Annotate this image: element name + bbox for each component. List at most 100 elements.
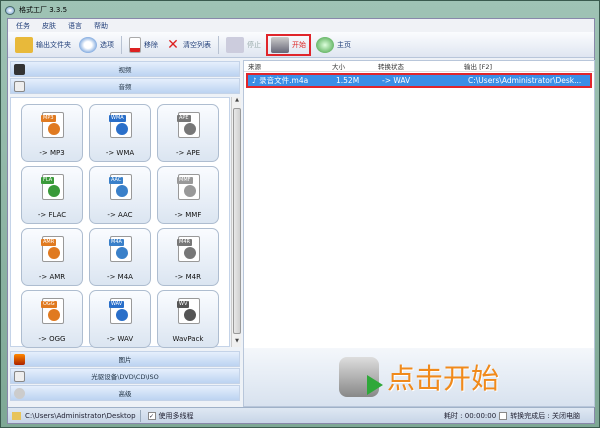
column-status[interactable]: 转换状态 (378, 61, 464, 71)
app-icon (5, 5, 15, 15)
format-tag: MP3 (41, 115, 56, 122)
output-folder-button[interactable]: 输出文件夹 (12, 34, 74, 56)
format-tile[interactable]: WMA -> WMA (89, 104, 151, 162)
folder-icon (12, 411, 21, 420)
format-tag: WMA (109, 115, 126, 122)
audio-icon (184, 309, 196, 321)
category-picture[interactable]: 图片 (10, 351, 240, 367)
scrollbar[interactable]: ▲ ▼ (231, 97, 241, 347)
format-label: -> FLAC (37, 211, 67, 219)
format-tag: M4A (109, 239, 124, 246)
window-title: 格式工厂 3.3.5 (19, 6, 68, 14)
gear-icon (79, 36, 97, 53)
audio-icon (116, 309, 128, 321)
category-rom[interactable]: 光驱设备\DVD\CD\ISO (10, 368, 240, 384)
divider (139, 409, 141, 422)
audio-icon (48, 123, 60, 135)
category-audio[interactable]: 音频 (10, 78, 240, 94)
audio-icon (116, 123, 128, 135)
file-icon: AMR (41, 236, 64, 262)
output-path[interactable]: C:\Users\Administrator\Desktop (25, 412, 136, 420)
menu-help[interactable]: 帮助 (94, 21, 108, 31)
start-banner[interactable]: 点击开始 (244, 348, 594, 406)
format-tile[interactable]: WV WavPack (157, 290, 219, 348)
client-area: 任务 皮肤 语言 帮助 输出文件夹 选项 移除 ✕ 清空列表 停止 开始 主页 视… (7, 18, 595, 424)
file-icon: WAV (109, 298, 132, 324)
stop-button[interactable]: 停止 (223, 34, 264, 56)
start-banner-text: 点击开始 (386, 362, 499, 395)
format-label: -> WAV (106, 335, 134, 343)
scroll-up-arrow[interactable]: ▲ (233, 97, 241, 106)
clear-list-button[interactable]: ✕ 清空列表 (163, 34, 214, 56)
menu-language[interactable]: 语言 (68, 21, 82, 31)
format-tile[interactable]: M4R -> M4R (157, 228, 219, 286)
shutdown-checkbox[interactable] (499, 411, 508, 420)
format-tag: OGG (41, 301, 57, 308)
file-icon: MMF (177, 174, 200, 200)
home-button[interactable]: 主页 (313, 34, 354, 56)
audio-icon (184, 123, 196, 135)
scroll-thumb[interactable] (233, 108, 241, 334)
film-icon (14, 64, 25, 75)
file-icon: M4A (109, 236, 132, 262)
audio-icon (48, 309, 60, 321)
column-output[interactable]: 输出 [F2] (464, 61, 594, 71)
clear-icon: ✕ (167, 36, 179, 53)
format-label: WavPack (172, 335, 204, 343)
menu-task[interactable]: 任务 (16, 21, 30, 31)
status-bar: C:\Users\Administrator\Desktop ✓ 使用多线程 耗… (8, 407, 594, 423)
format-tile[interactable]: M4A -> M4A (89, 228, 151, 286)
table-row[interactable]: ♪ 录音文件.m4a 1.52M -> WAV C:\Users\Adminis… (246, 73, 592, 88)
audio-icon (184, 247, 196, 259)
app-window: 格式工厂 3.3.5 任务 皮肤 语言 帮助 输出文件夹 选项 移除 ✕ 清空列表… (0, 0, 600, 428)
options-button[interactable]: 选项 (76, 34, 117, 56)
divider (121, 35, 122, 54)
format-tile[interactable]: APE -> APE (157, 104, 219, 162)
elapsed-time: 耗时 : 00:00:00 (443, 411, 497, 420)
format-tag: FLA (41, 177, 55, 184)
menu-skin[interactable]: 皮肤 (42, 21, 56, 31)
format-label: -> MMF (174, 211, 202, 219)
remove-button[interactable]: 移除 (126, 34, 161, 56)
format-label: -> MP3 (39, 149, 65, 157)
column-size[interactable]: 大小 (332, 61, 378, 71)
row-source: ♪ 录音文件.m4a (252, 76, 309, 85)
file-icon: MP3 (41, 112, 64, 138)
audio-icon (48, 247, 60, 259)
format-tag: AAC (109, 177, 124, 184)
column-source[interactable]: 来源 (244, 61, 332, 71)
multithread-checkbox[interactable]: ✓ (147, 411, 156, 420)
file-icon: WMA (109, 112, 132, 138)
format-tile[interactable]: OGG -> OGG (21, 290, 83, 348)
format-tile[interactable]: FLA -> FLAC (21, 166, 83, 224)
format-tag: MMF (177, 177, 193, 184)
category-advanced[interactable]: 高级 (10, 385, 240, 401)
format-tile[interactable]: AAC -> AAC (89, 166, 151, 224)
format-tile[interactable]: AMR -> AMR (21, 228, 83, 286)
menu-bar: 任务 皮肤 语言 帮助 (8, 19, 594, 32)
format-tag: WAV (109, 301, 125, 308)
audio-icon (116, 247, 128, 259)
format-label: -> WMA (105, 149, 135, 157)
format-label: -> AAC (107, 211, 133, 219)
format-label: -> M4R (175, 273, 201, 281)
category-panel: 视频 音频 MP3 -> MP3 WMA -> WMA APE -> APE FLA -> F… (8, 60, 242, 407)
category-video[interactable]: 视频 (10, 61, 240, 77)
task-list-panel: 来源 大小 转换状态 输出 [F2] ♪ 录音文件.m4a 1.52M -> W… (243, 60, 595, 407)
audio-icon (48, 185, 60, 197)
format-tile[interactable]: MMF -> MMF (157, 166, 219, 224)
file-icon: WV (177, 298, 200, 324)
globe-icon (316, 36, 334, 53)
file-icon: OGG (41, 298, 64, 324)
list-header: 来源 大小 转换状态 输出 [F2] (244, 61, 594, 72)
format-tile[interactable]: WAV -> WAV (89, 290, 151, 348)
start-icon (271, 36, 289, 53)
scroll-down-arrow[interactable]: ▼ (233, 338, 241, 347)
audio-icon (116, 185, 128, 197)
format-label: -> AMR (38, 273, 66, 281)
stop-icon (226, 36, 244, 53)
format-tile[interactable]: MP3 -> MP3 (21, 104, 83, 162)
folder-icon (15, 36, 33, 53)
start-button[interactable]: 开始 (266, 33, 311, 56)
file-icon: FLA (41, 174, 64, 200)
